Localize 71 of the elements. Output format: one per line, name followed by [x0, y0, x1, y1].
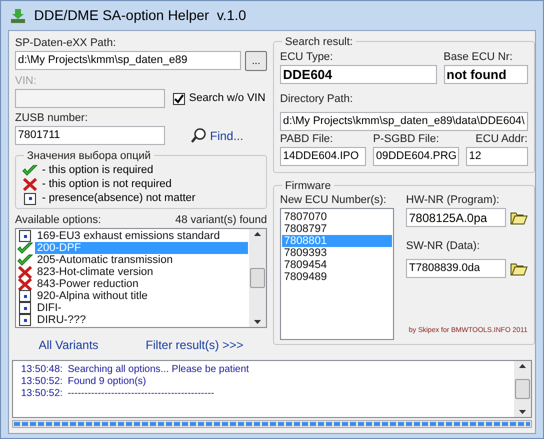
sw-nr-field[interactable]: T7808839.0da [406, 259, 506, 278]
legend-text: - this option is not required [42, 177, 172, 192]
ecu-type-field[interactable]: DDE604 [280, 65, 437, 84]
all-variants-button[interactable]: All Variants [34, 334, 102, 356]
legend-text: - this option is required [42, 163, 154, 178]
cross-icon [17, 266, 33, 278]
scrollbar[interactable] [249, 229, 266, 327]
field-label: HW-NR (Program): [406, 194, 500, 206]
app-icon [10, 8, 26, 24]
checkmark-icon [17, 242, 33, 254]
checkbox-label: Search w/o VIN [189, 91, 266, 106]
ecu-number-item[interactable]: 7807070 [282, 211, 392, 223]
ecu-number-item[interactable]: 7808797 [282, 223, 392, 235]
ecu-number-item[interactable]: 7809489 [282, 271, 392, 283]
scroll-up-icon[interactable] [254, 232, 261, 236]
folder-icon[interactable] [510, 261, 528, 276]
log-time: 13:50:52: [21, 376, 63, 388]
browse-button[interactable]: ... [245, 51, 267, 71]
log-message: Found 9 option(s) [68, 376, 146, 388]
search-icon [191, 128, 207, 144]
option-item[interactable]: 169-EU3 exhaust emissions standard [35, 230, 248, 242]
field-label: SW-NR (Data): [406, 240, 480, 252]
option-item[interactable]: 205-Automatic transmission [35, 254, 248, 266]
scroll-up-icon[interactable] [519, 364, 526, 368]
ecu-number-list[interactable]: 7807070 7808797 7808801 7809393 7809454 7809489 [280, 208, 394, 340]
field-label: PABD File: [280, 133, 334, 145]
directory-field[interactable]: d:\My Projects\kmm\sp_daten_e89\data\DDE604\ [280, 112, 528, 131]
cross-icon [22, 178, 38, 191]
field-label: New ECU Number(s): [280, 194, 388, 206]
option-item[interactable]: 843-Power reduction [35, 278, 248, 290]
find-button[interactable]: Find... [191, 126, 244, 144]
field-label: ZUSB number: [15, 112, 88, 124]
ecu-number-item[interactable]: 7809393 [282, 247, 392, 259]
log-message: -------------------------------------------- [68, 388, 214, 400]
zusb-field[interactable]: 7801711 [15, 126, 165, 145]
pabd-field[interactable]: 14DDE604.IPO [280, 147, 366, 166]
window-title: DDE/DME SA-option Helper v.1.0 [34, 6, 246, 25]
ecu-addr-field[interactable]: 12 [466, 147, 528, 166]
option-item[interactable]: 823-Hot-climate version [35, 266, 248, 278]
folder-icon[interactable] [510, 210, 528, 225]
variant-count: 48 variant(s) found [175, 214, 267, 226]
field-label: P-SGBD File: [373, 133, 440, 145]
scrollbar[interactable] [514, 361, 531, 417]
group-title: Значения выбора опций [24, 148, 154, 164]
hw-nr-field[interactable]: 7808125A.0pa [406, 208, 506, 227]
scroll-down-icon[interactable] [519, 410, 526, 414]
option-item[interactable]: DIFI- [35, 302, 248, 314]
field-label: ECU Addr: [476, 133, 528, 145]
base-ecu-field[interactable]: not found [444, 65, 528, 84]
field-label: Base ECU Nr: [444, 51, 514, 63]
legend-text: - presence(absence) not matter [42, 191, 196, 206]
scroll-down-icon[interactable] [254, 320, 261, 324]
field-label: VIN: [15, 75, 36, 87]
log-time: 13:50:52: [21, 388, 63, 400]
cross-icon [17, 278, 33, 290]
ecu-number-item[interactable]: 7809454 [282, 259, 392, 271]
log-time: 13:50:48: [21, 364, 63, 376]
log-message: Searching all options... Please be patient [68, 364, 249, 376]
field-label: Available options: [15, 214, 102, 226]
field-label: Directory Path: [280, 93, 353, 105]
scroll-thumb[interactable] [250, 268, 265, 288]
psgbd-field[interactable]: 09DDE604.PRG [373, 147, 459, 166]
field-label: SP-Daten-eXX Path: [15, 37, 117, 49]
scroll-thumb[interactable] [515, 379, 530, 399]
field-label: ECU Type: [280, 51, 334, 63]
checkmark-icon [17, 254, 33, 266]
option-item[interactable]: DIRU-??? [35, 314, 248, 326]
option-item[interactable]: 920-Alpina without title [35, 290, 248, 302]
vin-field[interactable] [15, 89, 165, 108]
filter-button[interactable]: Filter result(s) >>> [142, 334, 248, 356]
path-field[interactable]: d:\My Projects\kmm\sp_daten_e89 [15, 51, 242, 70]
